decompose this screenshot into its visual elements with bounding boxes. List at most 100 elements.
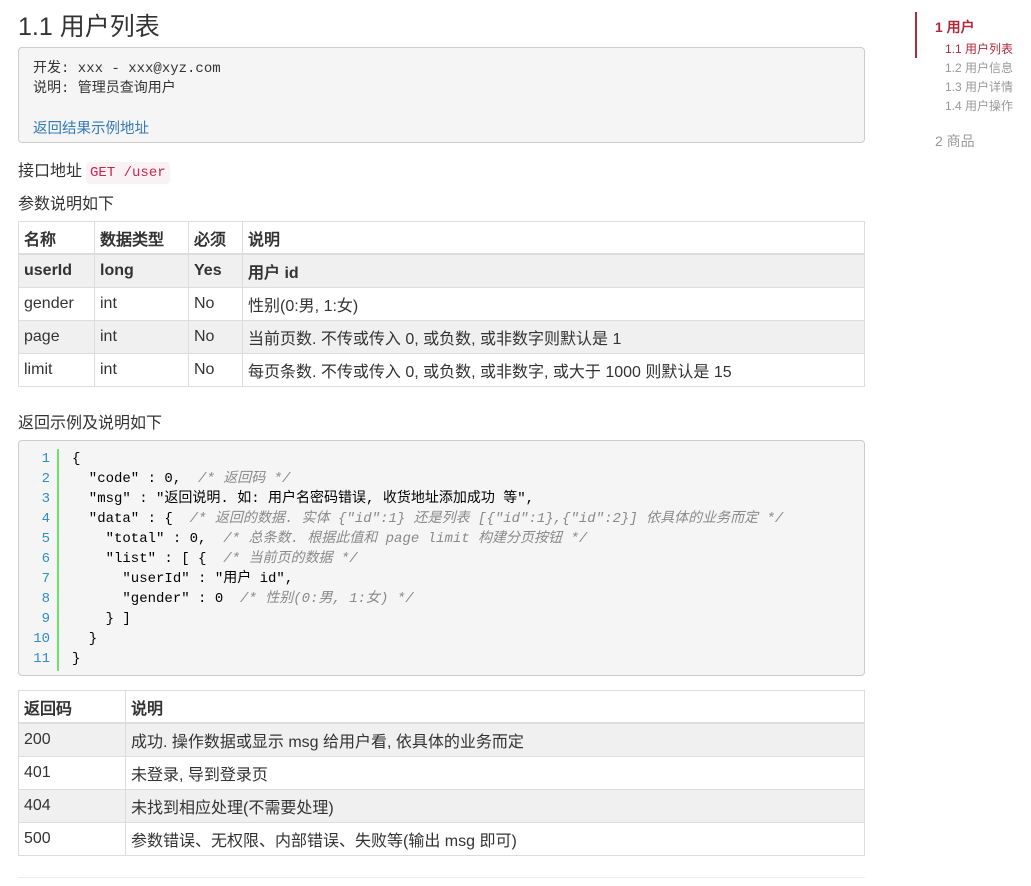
table-row: 200 成功. 操作数据或显示 msg 给用户看, 依具体的业务而定 — [18, 722, 865, 757]
code-text: "code" : 0, — [72, 471, 199, 487]
code-text: "gender" : 0 — [72, 591, 241, 607]
line-number: 9 — [41, 611, 50, 627]
table-row: userId long Yes 用户 id — [18, 253, 865, 288]
toc-item-user-list[interactable]: 1.1 用户列表 — [945, 40, 1013, 57]
line-number: 10 — [33, 631, 50, 647]
table-cell: 未找到相应处理(不需要处理) — [125, 789, 865, 823]
table-row: limit int No 每页条数. 不传或传入 0, 或负数, 或非数字, 或… — [18, 353, 865, 387]
params-table: 名称 数据类型 必须 说明 userId long Yes 用户 id gend… — [18, 221, 865, 387]
table-cell: long — [94, 253, 189, 288]
line-number: 7 — [41, 571, 50, 587]
table-cell: 成功. 操作数据或显示 msg 给用户看, 依具体的业务而定 — [125, 722, 865, 757]
code-text: } — [72, 651, 81, 667]
code-sample: 1 2 3 4 5 6 7 8 9 10 11 { "code" : 0, /* 返回码 */ "m… — [18, 440, 865, 676]
code-comment: /* 性别(0:男, 1:女) */ — [240, 591, 414, 607]
table-cell: limit — [18, 353, 95, 387]
column-header: 必须 — [188, 221, 243, 255]
table-cell: No — [188, 353, 243, 387]
description-line: 说明: 管理员查询用户 — [33, 81, 176, 97]
column-header: 数据类型 — [94, 221, 189, 255]
line-number: 3 — [41, 491, 50, 507]
api-endpoint: GET /user — [86, 162, 170, 184]
code-comment: /* 总条数. 根据此值和 page limit 构建分页按钮 */ — [223, 531, 588, 547]
code-comment: /* 返回码 */ — [198, 471, 291, 487]
column-header: 说明 — [242, 221, 865, 255]
code-line: "gender" : 0 /* 性别(0:男, 1:女) */ — [72, 589, 783, 609]
code-line: "list" : [ { /* 当前页的数据 */ — [72, 549, 783, 569]
table-row: page int No 当前页数. 不传或传入 0, 或负数, 或非数字则默认是… — [18, 320, 865, 354]
code-line: "msg" : "返回说明. 如: 用户名密码错误, 收货地址添加成功 等", — [72, 489, 783, 509]
code-text: } ] — [72, 611, 131, 627]
code-line: { — [72, 449, 783, 469]
return-heading: 返回示例及说明如下 — [18, 415, 163, 432]
table-header-row: 返回码 说明 — [18, 690, 865, 724]
code-text: } — [72, 631, 98, 647]
api-address: 接口地址 GET /user — [18, 157, 170, 184]
table-cell: Yes — [188, 253, 243, 288]
table-cell: 用户 id — [242, 253, 865, 288]
column-header: 名称 — [18, 221, 95, 255]
code-line: } ] — [72, 609, 783, 629]
table-header-row: 名称 数据类型 必须 说明 — [18, 221, 865, 255]
toc-item-user-detail[interactable]: 1.3 用户详情 — [945, 78, 1013, 95]
line-number: 11 — [33, 651, 50, 667]
code-text: { — [72, 451, 81, 467]
column-header: 返回码 — [18, 690, 126, 724]
page-title: 1.1 用户列表 — [18, 13, 160, 41]
table-cell: 每页条数. 不传或传入 0, 或负数, 或非数字, 或大于 1000 则默认是 … — [242, 353, 865, 387]
line-number: 2 — [41, 471, 50, 487]
code-line: "code" : 0, /* 返回码 */ — [72, 469, 783, 489]
code-line: "total" : 0, /* 总条数. 根据此值和 page limit 构建… — [72, 529, 783, 549]
code-text: "msg" : "返回说明. 如: 用户名密码错误, 收货地址添加成功 等", — [72, 491, 535, 507]
table-cell: userId — [18, 253, 95, 288]
code-line: "data" : { /* 返回的数据. 实体 {"id":1} 还是列表 [{… — [72, 509, 783, 529]
table-row: 500 参数错误、无权限、内部错误、失败等(输出 msg 即可) — [18, 822, 865, 856]
table-row: 404 未找到相应处理(不需要处理) — [18, 789, 865, 823]
table-cell: 500 — [18, 822, 126, 856]
code-line: } — [72, 629, 783, 649]
column-header: 说明 — [125, 690, 865, 724]
code-text: "data" : { — [72, 511, 190, 527]
table-cell: 当前页数. 不传或传入 0, 或负数, 或非数字则默认是 1 — [242, 320, 865, 354]
info-box: 开发: xxx - xxx@xyz.com 说明: 管理员查询用户 返回结果示例… — [18, 47, 865, 143]
table-cell: int — [94, 287, 189, 321]
line-number-gutter: 1 2 3 4 5 6 7 8 9 10 11 — [19, 449, 59, 671]
toc-item-user-actions[interactable]: 1.4 用户操作 — [945, 97, 1013, 114]
code-text: "list" : [ { — [72, 551, 224, 567]
table-cell: 404 — [18, 789, 126, 823]
table-row: 401 未登录, 导到登录页 — [18, 756, 865, 790]
table-cell: 未登录, 导到登录页 — [125, 756, 865, 790]
table-cell: int — [94, 320, 189, 354]
table-cell: 200 — [18, 722, 126, 757]
toc-item-user-info[interactable]: 1.2 用户信息 — [945, 59, 1013, 76]
example-result-link[interactable]: 返回结果示例地址 — [33, 117, 149, 138]
code-comment: /* 返回的数据. 实体 {"id":1} 还是列表 [{"id":1},{"i… — [189, 511, 784, 527]
toc-active-indicator — [915, 12, 917, 58]
code-lines: { "code" : 0, /* 返回码 */ "msg" : "返回说明. 如… — [72, 449, 783, 669]
table-cell: gender — [18, 287, 95, 321]
toc-item-products[interactable]: 2 商品 — [935, 131, 975, 151]
code-line: "userId" : "用户 id", — [72, 569, 783, 589]
line-number: 4 — [41, 511, 50, 527]
table-cell: int — [94, 353, 189, 387]
toc-item-users[interactable]: 1 用户 — [935, 17, 975, 37]
api-label: 接口地址 — [18, 163, 83, 180]
code-line: } — [72, 649, 783, 669]
developer-line: 开发: xxx - xxx@xyz.com — [33, 61, 221, 77]
line-number: 5 — [41, 531, 50, 547]
params-heading: 参数说明如下 — [18, 196, 115, 213]
return-codes-table: 返回码 说明 200 成功. 操作数据或显示 msg 给用户看, 依具体的业务而… — [18, 690, 865, 856]
table-cell: 401 — [18, 756, 126, 790]
line-number: 1 — [41, 451, 50, 467]
line-number: 8 — [41, 591, 50, 607]
table-cell: No — [188, 287, 243, 321]
table-cell: 参数错误、无权限、内部错误、失败等(输出 msg 即可) — [125, 822, 865, 856]
bottom-divider — [18, 877, 865, 878]
table-cell: 性别(0:男, 1:女) — [242, 287, 865, 321]
table-cell: page — [18, 320, 95, 354]
line-number: 6 — [41, 551, 50, 567]
code-text: "total" : 0, — [72, 531, 224, 547]
table-row: gender int No 性别(0:男, 1:女) — [18, 287, 865, 321]
code-text: "userId" : "用户 id", — [72, 571, 294, 587]
table-cell: No — [188, 320, 243, 354]
